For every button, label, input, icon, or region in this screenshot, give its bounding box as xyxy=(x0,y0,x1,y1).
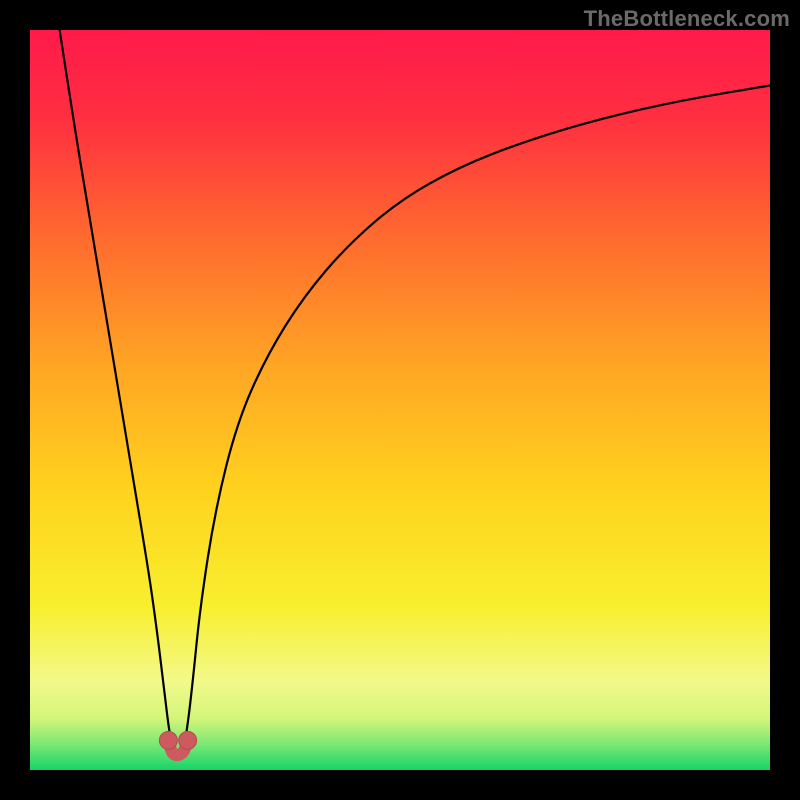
chart-svg xyxy=(30,30,770,770)
watermark-text: TheBottleneck.com xyxy=(584,6,790,32)
plot-area xyxy=(30,30,770,770)
optimal-marker-dot-left xyxy=(159,731,177,749)
optimal-marker-dot-right xyxy=(179,731,197,749)
gradient-background xyxy=(30,30,770,770)
chart-frame: TheBottleneck.com xyxy=(0,0,800,800)
